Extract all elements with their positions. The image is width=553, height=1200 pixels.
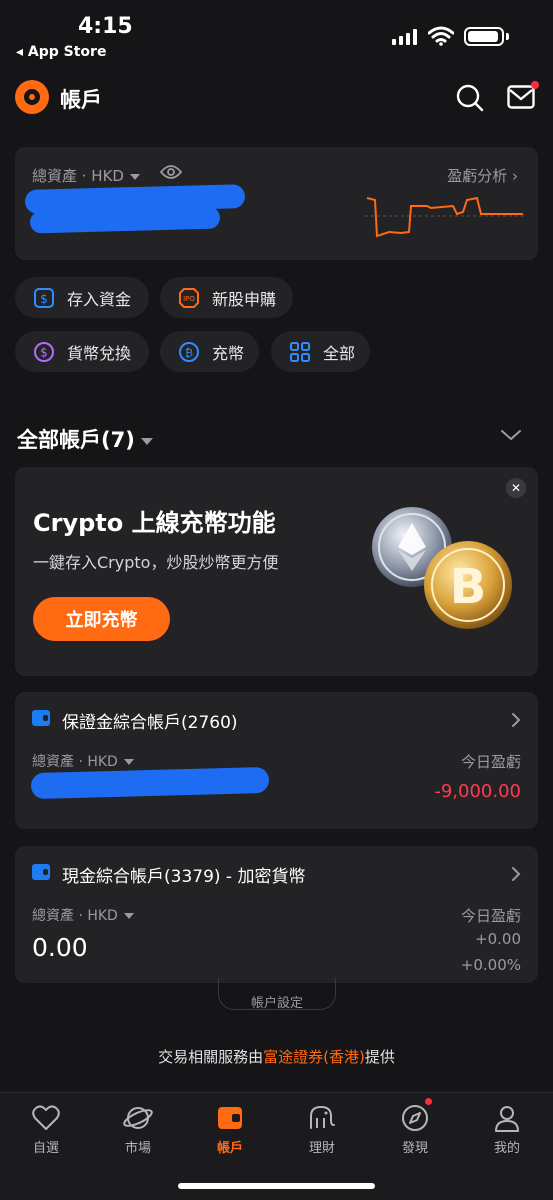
today-pl-label: 今日盈虧: [460, 907, 521, 925]
ipo-icon: IPO: [178, 287, 200, 309]
chevron-right-icon: [512, 713, 521, 727]
back-to-app-store[interactable]: ◂ App Store: [16, 44, 106, 60]
chevron-down-icon: [129, 173, 140, 180]
crypto-deposit-label: 充幣: [212, 343, 245, 363]
app-header: 帳戶: [0, 78, 553, 118]
wallet-icon: [32, 864, 50, 880]
account-settings-button[interactable]: 帳户設定: [218, 978, 336, 1010]
footer-prefix: 交易相關服務由: [158, 1048, 264, 1066]
deposit-funds-label: 存入資金: [67, 289, 132, 309]
futu-logo: [15, 80, 49, 114]
collapse-chevron-icon[interactable]: [500, 428, 522, 442]
account-asset-value: 0.00: [32, 933, 88, 962]
tab-account[interactable]: 帳戶: [200, 1103, 260, 1156]
chevron-down-icon: [123, 913, 134, 919]
total-assets-label-text: 總資產 · HKD: [32, 167, 124, 185]
notification-dot: [531, 81, 539, 89]
notification-dot: [425, 1098, 432, 1105]
crypto-deposit-button[interactable]: ₿ 充幣: [160, 331, 259, 372]
crypto-promo-banner[interactable]: Crypto 上線充幣功能 一鍵存入Crypto，炒股炒幣更方便 立即充幣 ✕ …: [15, 467, 538, 676]
chevron-down-icon: [123, 759, 134, 765]
currency-exchange-button[interactable]: $ 貨幣兌換: [15, 331, 149, 372]
account-asset-label-text: 總資產 · HKD: [32, 908, 118, 924]
all-accounts-title[interactable]: 全部帳戶(7): [17, 424, 153, 454]
page-title: 帳戶: [60, 88, 102, 112]
tab-label: 市場: [124, 1141, 151, 1156]
tab-markets[interactable]: 市場: [108, 1103, 168, 1156]
deposit-funds-button[interactable]: $ 存入資金: [15, 277, 149, 318]
status-bar: 4:15 ◂ App Store: [0, 0, 553, 70]
deposit-now-button[interactable]: 立即充幣: [33, 597, 170, 641]
cellular-signal-icon: [392, 29, 417, 45]
account-asset-label[interactable]: 總資產 · HKD: [32, 905, 134, 925]
redacted-amount: [30, 766, 270, 800]
tab-discover[interactable]: 發現: [385, 1103, 445, 1156]
service-provider-note: 交易相關服務由富途證券(香港)提供: [0, 1046, 553, 1067]
account-asset-label[interactable]: 總資產 · HKD: [32, 751, 134, 771]
account-name: 保證金綜合帳戶(2760): [62, 713, 238, 733]
search-icon[interactable]: [456, 84, 484, 112]
footer-suffix: 提供: [364, 1048, 395, 1066]
today-pl-label: 今日盈虧: [460, 753, 521, 771]
chevron-down-icon: [140, 437, 153, 445]
promo-title: Crypto 上線充幣功能: [33, 509, 276, 537]
battery-icon: [464, 27, 504, 46]
tab-wealth[interactable]: 理財: [292, 1103, 352, 1156]
crypto-coins-illustration: B: [372, 507, 512, 629]
svg-text:IPO: IPO: [183, 295, 195, 303]
tab-me[interactable]: 我的: [477, 1103, 537, 1156]
deposit-icon: $: [33, 287, 55, 309]
currency-exchange-icon: $: [33, 341, 55, 363]
close-icon[interactable]: ✕: [506, 478, 526, 498]
svg-text:$: $: [40, 292, 48, 306]
tab-label: 理財: [308, 1141, 335, 1156]
pl-analysis-link[interactable]: 盈虧分析 ›: [447, 165, 518, 186]
svg-text:$: $: [40, 345, 48, 359]
eye-icon[interactable]: [160, 164, 182, 180]
bitcoin-icon: ₿: [178, 341, 200, 363]
tab-label: 帳戶: [216, 1141, 243, 1156]
pl-analysis-label: 盈虧分析: [447, 167, 508, 185]
mail-icon[interactable]: [507, 85, 535, 109]
battery-tip: [506, 33, 509, 40]
promo-subtitle: 一鍵存入Crypto，炒股炒幣更方便: [33, 553, 279, 572]
planet-icon: [108, 1103, 168, 1133]
today-pl-percent: +0.00%: [460, 956, 521, 974]
cash-crypto-account-card[interactable]: 現金綜合帳戶(3379) - 加密貨幣 總資產 · HKD 今日盈虧 0.00 …: [15, 846, 538, 983]
all-actions-button[interactable]: 全部: [271, 331, 370, 372]
provider-link[interactable]: 富途證券(香港): [263, 1048, 365, 1066]
tab-watchlist[interactable]: 自選: [16, 1103, 76, 1156]
account-asset-label-text: 總資產 · HKD: [32, 754, 118, 770]
compass-icon: [385, 1103, 445, 1133]
grid-icon: [289, 341, 311, 363]
wallet-icon: [32, 710, 50, 726]
today-pl-value: +0.00: [475, 930, 521, 948]
total-assets-card[interactable]: 總資產 · HKD 盈虧分析 ›: [15, 147, 538, 260]
total-assets-label[interactable]: 總資產 · HKD: [32, 165, 140, 186]
tab-label: 我的: [493, 1141, 520, 1156]
user-icon: [477, 1103, 537, 1133]
redacted-amount-2: [29, 206, 221, 234]
account-name: 現金綜合帳戶(3379) - 加密貨幣: [62, 867, 306, 887]
chevron-right-icon: [512, 867, 521, 881]
tab-label: 自選: [32, 1141, 59, 1156]
svg-text:B: B: [450, 559, 487, 615]
heart-icon: [16, 1103, 76, 1133]
chevron-right-icon: ›: [512, 167, 518, 185]
today-pl-value: -9,000.00: [434, 781, 521, 802]
currency-exchange-label: 貨幣兌換: [67, 343, 132, 363]
all-accounts-title-text: 全部帳戶(7): [17, 428, 135, 452]
margin-account-card[interactable]: 保證金綜合帳戶(2760) 總資產 · HKD 今日盈虧 -9,000.00: [15, 692, 538, 829]
wallet-icon: [200, 1103, 260, 1133]
home-indicator: [178, 1183, 375, 1189]
tab-label: 發現: [401, 1141, 428, 1156]
wifi-icon: [428, 26, 454, 46]
elephant-icon: [292, 1103, 352, 1133]
svg-text:₿: ₿: [185, 346, 193, 359]
all-actions-label: 全部: [323, 343, 356, 363]
ipo-subscribe-label: 新股申購: [212, 289, 277, 309]
ipo-subscribe-button[interactable]: IPO 新股申購: [160, 277, 293, 318]
status-time: 4:15: [78, 14, 133, 39]
pl-sparkline: [365, 196, 525, 238]
